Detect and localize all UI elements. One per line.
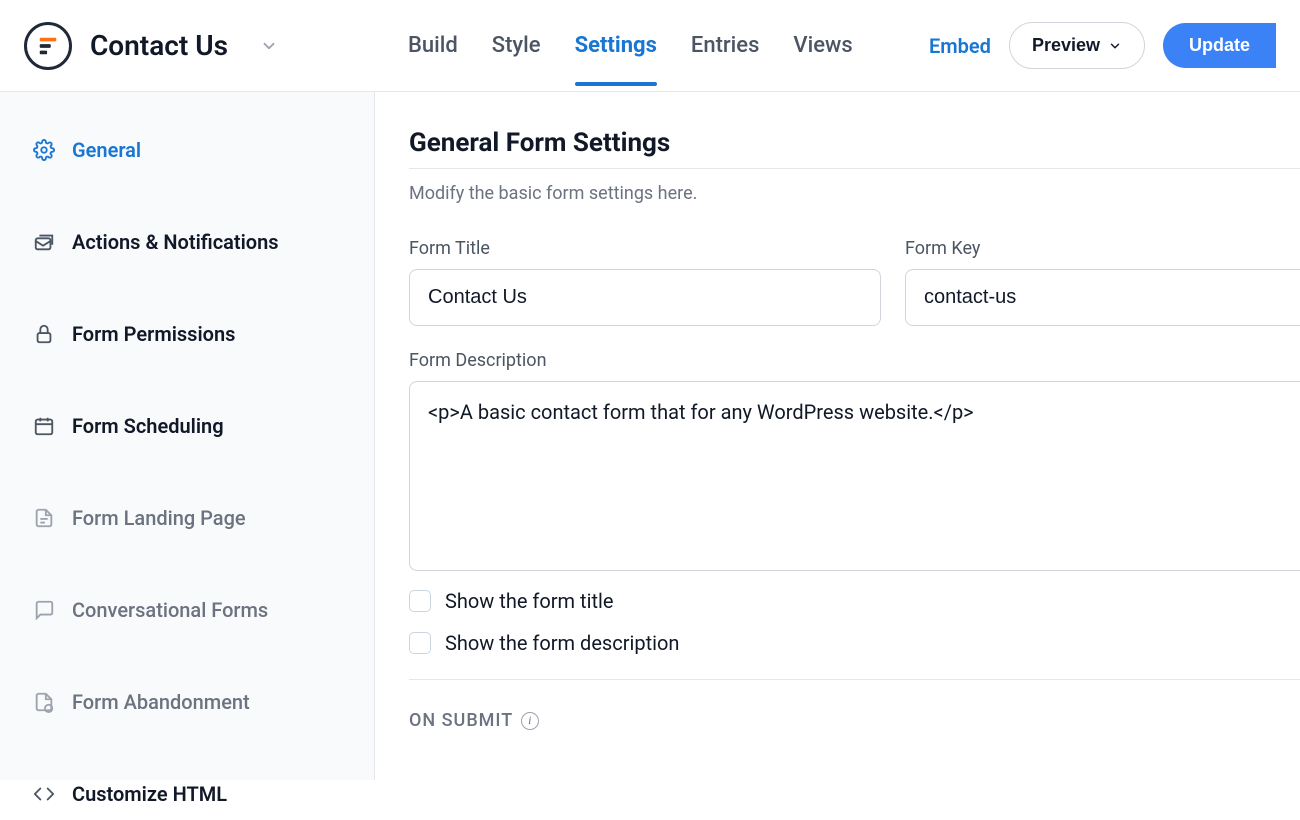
app-logo-icon [24, 22, 72, 70]
header-bar: Contact Us Build Style Settings Entries … [0, 0, 1300, 92]
preview-button-label: Preview [1032, 35, 1100, 56]
calendar-icon [32, 414, 56, 438]
sidebar-item-label: Form Permissions [72, 322, 235, 346]
form-title-field: Form Title [409, 238, 881, 326]
sidebar-item-label: Actions & Notifications [72, 230, 279, 254]
envelope-stack-icon [32, 230, 56, 254]
sidebar-item-form-landing-page[interactable]: Form Landing Page [0, 492, 374, 544]
form-key-field: Form Key [905, 238, 1300, 326]
page-title: Contact Us [90, 29, 228, 62]
tab-settings[interactable]: Settings [575, 27, 657, 64]
sidebar-item-form-scheduling[interactable]: Form Scheduling [0, 400, 374, 452]
main-tabs: Build Style Settings Entries Views [408, 0, 853, 91]
form-key-input[interactable] [905, 269, 1300, 326]
sidebar-item-customize-html[interactable]: Customize HTML [0, 768, 374, 820]
sidebar-item-form-permissions[interactable]: Form Permissions [0, 308, 374, 360]
preview-button[interactable]: Preview [1009, 22, 1145, 69]
logo-and-title: Contact Us [24, 22, 278, 70]
divider [409, 679, 1300, 680]
sidebar-item-actions-notifications[interactable]: Actions & Notifications [0, 216, 374, 268]
sidebar-item-label: Conversational Forms [72, 598, 268, 622]
tab-views[interactable]: Views [793, 27, 852, 64]
code-icon [32, 782, 56, 806]
divider [409, 168, 1300, 169]
header-actions: Embed Preview Update [929, 22, 1276, 69]
form-key-label: Form Key [905, 238, 1300, 259]
sidebar-item-form-abandonment[interactable]: Form Abandonment [0, 676, 374, 728]
settings-sidebar: General Actions & Notifications Form Per… [0, 92, 375, 780]
chevron-down-icon [1108, 39, 1122, 53]
info-icon[interactable]: i [521, 712, 539, 730]
tab-style[interactable]: Style [492, 27, 541, 64]
form-description-textarea[interactable] [409, 381, 1300, 571]
section-description: Modify the basic form settings here. [409, 183, 1300, 204]
show-form-title-label: Show the form title [445, 589, 613, 613]
main-content: General Form Settings Modify the basic f… [375, 92, 1300, 780]
show-form-description-checkbox[interactable] [409, 632, 431, 654]
sidebar-item-label: Customize HTML [72, 782, 227, 806]
section-title: General Form Settings [409, 128, 1300, 158]
show-form-title-checkbox[interactable] [409, 590, 431, 612]
sidebar-item-label: General [72, 138, 141, 162]
tab-build[interactable]: Build [408, 27, 458, 64]
title-dropdown-caret-icon[interactable] [260, 37, 278, 55]
page-icon [32, 506, 56, 530]
form-title-label: Form Title [409, 238, 881, 259]
page-abandon-icon [32, 690, 56, 714]
chat-icon [32, 598, 56, 622]
show-form-description-label: Show the form description [445, 631, 679, 655]
lock-icon [32, 322, 56, 346]
form-description-field: Form Description [409, 350, 1300, 571]
tab-entries[interactable]: Entries [691, 27, 760, 64]
sidebar-item-label: Form Scheduling [72, 414, 224, 438]
on-submit-label: ON SUBMIT [409, 710, 513, 731]
update-button[interactable]: Update [1163, 23, 1276, 68]
on-submit-heading: ON SUBMIT i [409, 710, 1300, 731]
gear-icon [32, 138, 56, 162]
sidebar-item-general[interactable]: General [0, 124, 374, 176]
show-form-title-row: Show the form title [409, 589, 1300, 613]
form-title-input[interactable] [409, 269, 881, 326]
sidebar-item-conversational-forms[interactable]: Conversational Forms [0, 584, 374, 636]
show-form-description-row: Show the form description [409, 631, 1300, 655]
sidebar-item-label: Form Abandonment [72, 690, 250, 714]
embed-link[interactable]: Embed [929, 34, 991, 58]
sidebar-item-label: Form Landing Page [72, 506, 246, 530]
form-description-label: Form Description [409, 350, 1300, 371]
